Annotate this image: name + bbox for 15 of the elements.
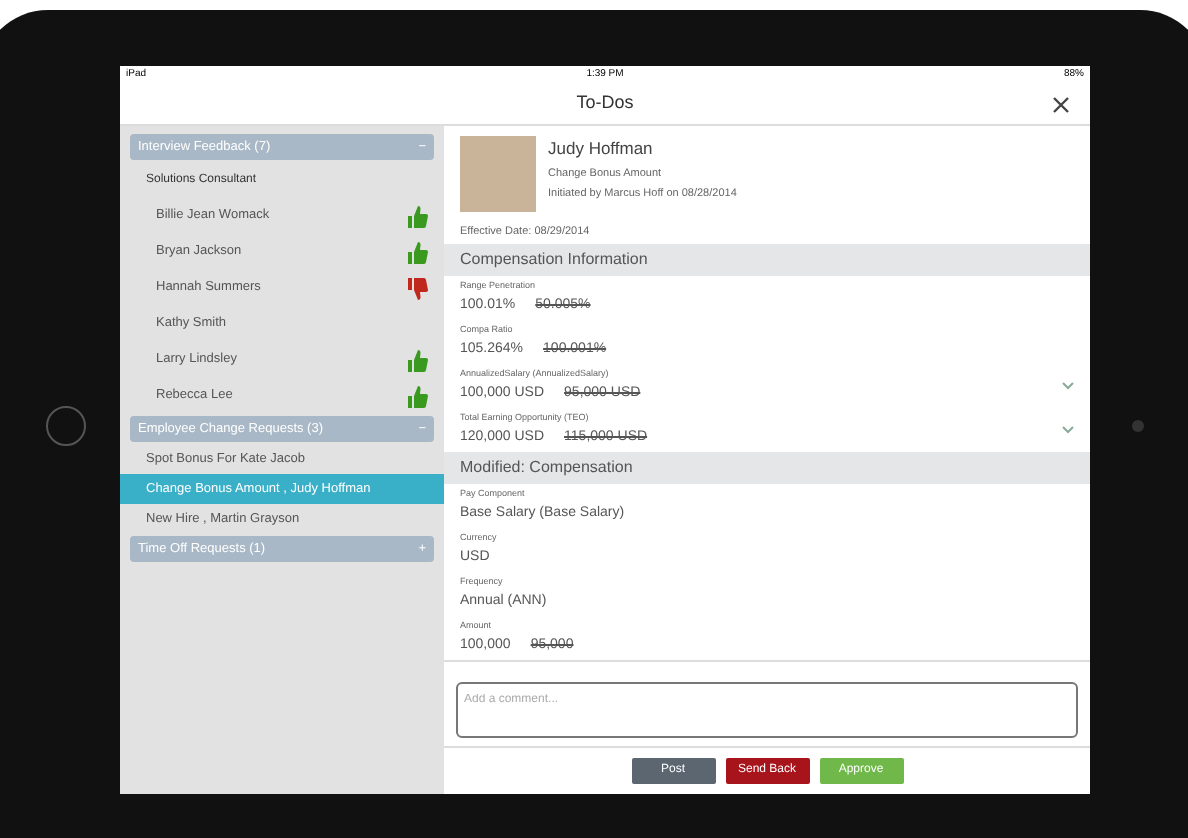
thumbs-up-icon	[408, 241, 428, 263]
chevron-down-icon[interactable]	[1062, 382, 1074, 391]
close-icon[interactable]	[1052, 96, 1070, 114]
chevron-down-icon[interactable]	[1062, 426, 1074, 435]
person-name: Judy Hoffman	[548, 136, 655, 162]
page-title: To-Dos	[576, 90, 634, 117]
thumbs-up-icon	[408, 349, 428, 371]
home-button[interactable]	[46, 406, 86, 446]
section-heading: Compensation Information	[444, 244, 1090, 277]
thumbs-down-icon	[408, 277, 428, 299]
section-heading: Modified: Compensation	[444, 452, 1090, 485]
photo-placeholder	[460, 136, 536, 212]
thumbs-up-icon	[408, 205, 428, 227]
thumbs-up-icon	[408, 385, 428, 407]
camera-icon	[1132, 420, 1144, 432]
